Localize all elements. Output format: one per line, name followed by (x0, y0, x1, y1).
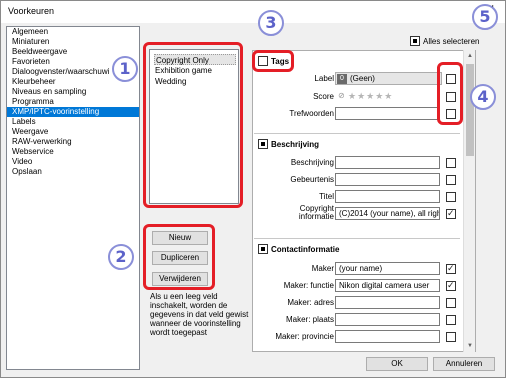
keywords-field-label: Trefwoorden (289, 109, 334, 118)
creator-province-row: Maker: provincie (252, 330, 462, 344)
creator-city-row: Maker: plaats (252, 313, 462, 327)
creator-function-field-label: Maker: functie (283, 281, 334, 290)
copyright-row: Copyright informatie (C)2014 (your name),… (252, 204, 462, 221)
creator-address-row: Maker: adres (252, 296, 462, 310)
callout-badge-5: 5 (472, 4, 498, 30)
scroll-thumb[interactable] (466, 64, 474, 156)
event-field-label: Gebeurtenis (290, 175, 334, 184)
description-checkbox[interactable] (258, 139, 268, 149)
contact-divider (254, 238, 460, 239)
empty-field-help-text: Als u een leeg veld inschakelt, worden d… (150, 292, 249, 337)
category-item-xmp-iptc[interactable]: XMP/IPTC-voorinstelling (7, 107, 139, 117)
scroll-up-icon[interactable]: ▲ (464, 50, 476, 62)
cancel-button[interactable]: Annuleren (433, 357, 495, 371)
description-divider (254, 133, 460, 134)
keywords-input[interactable] (335, 107, 440, 120)
copyright-input[interactable]: (C)2014 (your name), all rights r (335, 207, 440, 220)
callout-box-buttons (143, 224, 215, 290)
category-item-weergave[interactable]: Weergave (7, 127, 139, 137)
creator-function-checkbox[interactable] (446, 280, 456, 291)
title-field-label: Titel (319, 192, 334, 201)
copyright-checkbox[interactable] (446, 208, 456, 219)
contact-header-label: Contactinformatie (271, 244, 340, 254)
category-item-programma[interactable]: Programma (7, 97, 139, 107)
copyright-field-label: Copyright informatie (298, 204, 334, 221)
category-item-webservice[interactable]: Webservice (7, 147, 139, 157)
description-header[interactable]: Beschrijving (258, 139, 319, 149)
score-field-label: Score (313, 92, 334, 101)
callout-badge-3: 3 (258, 10, 284, 36)
category-item-raw[interactable]: RAW-verwerking (7, 137, 139, 147)
creator-city-checkbox[interactable] (446, 315, 456, 325)
select-all-checkbox[interactable] (410, 36, 420, 46)
event-input[interactable] (335, 173, 440, 186)
creator-function-row: Maker: functie Nikon digital camera user (252, 279, 462, 293)
score-stars[interactable]: ★★★★★ (348, 91, 393, 102)
creator-row: Maker (your name) (252, 262, 462, 276)
title-checkbox[interactable] (446, 192, 456, 202)
description-row: Beschrijving (252, 156, 462, 170)
description-input[interactable] (335, 156, 440, 169)
category-item-labels[interactable]: Labels (7, 117, 139, 127)
creator-address-input[interactable] (335, 296, 440, 309)
score-clear-icon[interactable]: ⊘ (338, 91, 345, 100)
creator-city-field-label: Maker: plaats (285, 315, 334, 324)
creator-field-label: Maker (311, 264, 334, 273)
ok-button[interactable]: OK (366, 357, 428, 371)
creator-address-field-label: Maker: adres (287, 298, 334, 307)
label-color-icon: 0 (337, 74, 347, 84)
callout-box-checkboxes (437, 62, 463, 125)
select-all-control[interactable]: Alles selecteren (410, 36, 479, 46)
label-dropdown[interactable]: 0 (Geen) (335, 72, 442, 85)
description-field-label: Beschrijving (290, 158, 334, 167)
category-item-beeldweergave[interactable]: Beeldweergave (7, 47, 139, 57)
event-row: Gebeurtenis (252, 173, 462, 187)
creator-city-input[interactable] (335, 313, 440, 326)
creator-input[interactable]: (your name) (335, 262, 440, 275)
select-all-label: Alles selecteren (423, 36, 480, 46)
description-field-checkbox[interactable] (446, 158, 456, 168)
creator-checkbox[interactable] (446, 263, 456, 274)
title-bar: Voorkeuren ✕ (1, 1, 505, 23)
callout-badge-1: 1 (112, 56, 138, 82)
category-item-opslaan[interactable]: Opslaan (7, 167, 139, 177)
callout-box-presets (143, 42, 243, 208)
category-item-niveaus[interactable]: Niveaus en sampling (7, 87, 139, 97)
callout-box-tags (252, 50, 294, 72)
title-input[interactable] (335, 190, 440, 203)
category-item-miniaturen[interactable]: Miniaturen (7, 37, 139, 47)
scroll-down-icon[interactable]: ▼ (464, 340, 476, 352)
creator-function-input[interactable]: Nikon digital camera user (335, 279, 440, 292)
title-row: Titel (252, 190, 462, 204)
category-item-algemeen[interactable]: Algemeen (7, 27, 139, 37)
creator-province-checkbox[interactable] (446, 332, 456, 342)
label-field-label: Label (314, 74, 334, 83)
creator-province-field-label: Maker: provincie (275, 332, 334, 341)
label-dropdown-value: (Geen) (350, 74, 375, 83)
contact-checkbox[interactable] (258, 244, 268, 254)
window-title: Voorkeuren (8, 6, 55, 16)
callout-badge-4: 4 (470, 84, 496, 110)
score-row: Score ⊘ ★★★★★ (252, 90, 462, 104)
callout-badge-2: 2 (108, 244, 134, 270)
description-header-label: Beschrijving (271, 139, 320, 149)
keywords-row: Trefwoorden (252, 107, 462, 121)
category-item-video[interactable]: Video (7, 157, 139, 167)
event-checkbox[interactable] (446, 175, 456, 185)
contact-header[interactable]: Contactinformatie (258, 244, 339, 254)
creator-province-input[interactable] (335, 330, 440, 343)
creator-address-checkbox[interactable] (446, 298, 456, 308)
